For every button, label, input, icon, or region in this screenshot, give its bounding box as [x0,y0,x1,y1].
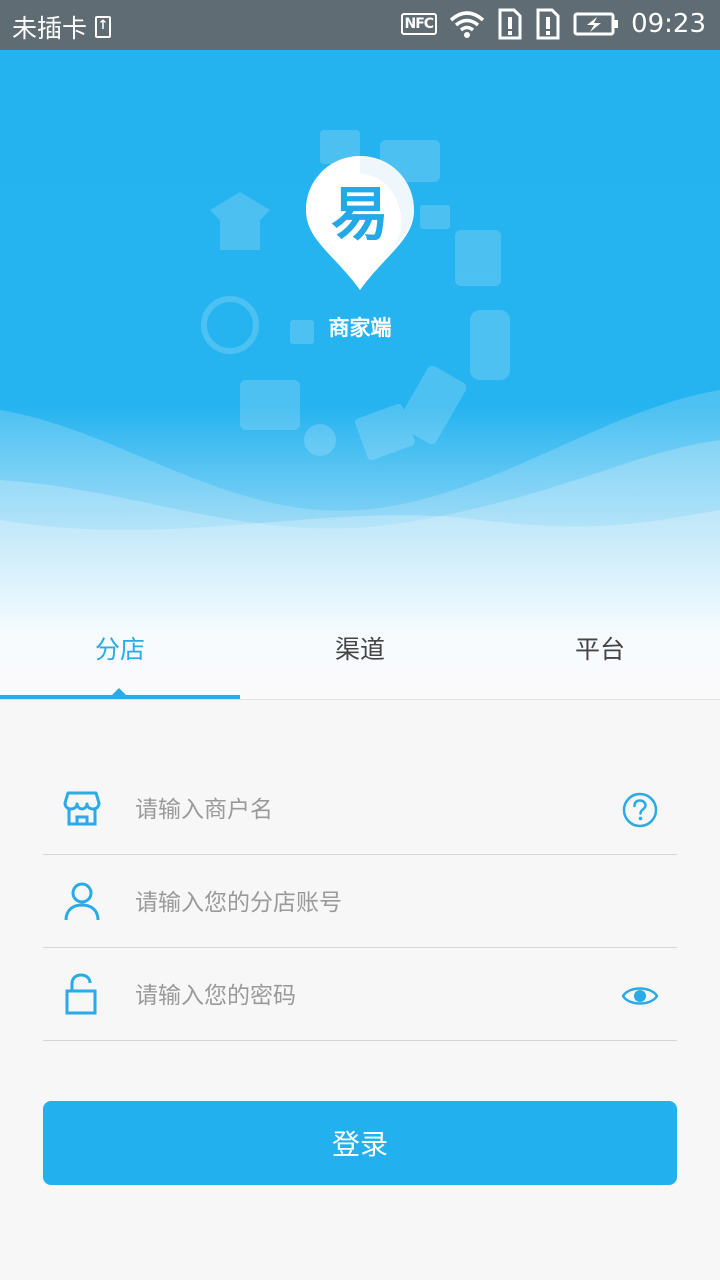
sim-icon: ↑ [95,16,112,38]
wifi-icon [449,11,485,38]
sim-alert-icon [498,8,522,40]
login-type-tabs: 分店 渠道 平台 [0,600,720,700]
merchant-input[interactable] [135,785,595,835]
password-input[interactable] [135,971,595,1021]
branch-account-input[interactable] [135,878,595,928]
user-icon [64,882,100,921]
password-field [43,951,677,1041]
store-icon [63,791,101,826]
status-bar: 未插卡 ↑ NFC 09:23 [0,0,720,50]
login-button[interactable]: 登录 [43,1101,677,1185]
account-field [43,858,677,948]
nfc-icon: NFC [400,13,438,35]
help-icon[interactable] [621,791,659,829]
tab-branch[interactable]: 分店 [0,600,240,700]
status-left: 未插卡 ↑ [12,9,112,45]
tabs-divider [0,699,720,700]
eye-icon[interactable] [621,977,659,1015]
carrier-label: 未插卡 [12,14,88,43]
clock: 09:23 [631,9,706,39]
merchant-field [43,765,677,855]
battery-charging-icon [573,12,619,36]
sim-alert-icon [536,8,560,40]
status-right: NFC 09:23 [400,8,706,40]
lock-icon [65,973,97,1015]
tab-channel[interactable]: 渠道 [240,600,480,700]
logo-char: 易 [330,180,389,248]
tab-platform[interactable]: 平台 [480,600,720,700]
app-subtitle: 商家端 [328,316,392,340]
